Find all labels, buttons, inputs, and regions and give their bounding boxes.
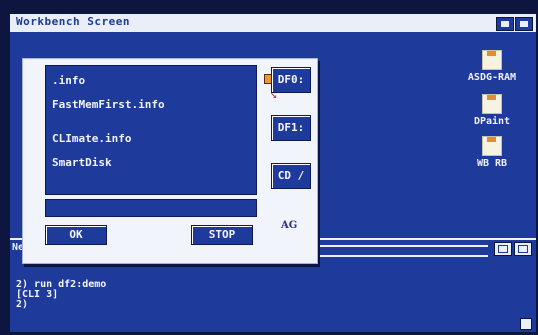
desktop-icon-dpaint[interactable]: DPaint [457, 94, 527, 127]
stop-button[interactable]: STOP [191, 225, 253, 245]
desktop-icon-asdg-ram[interactable]: ASDG-RAM [457, 50, 527, 83]
cli-output[interactable]: 2) run df2:demo [CLI 3] 2) [16, 280, 106, 310]
desktop-icon-label: DPaint [473, 116, 511, 127]
screen-title: Workbench Screen [16, 15, 130, 28]
file-requester: .info FastMemFirst.info CLImate.info Sma… [22, 58, 318, 264]
file-list-item[interactable]: .info [52, 74, 85, 87]
cli-line: 2) [16, 299, 29, 310]
file-list-item[interactable]: FastMemFirst.info [52, 98, 165, 111]
ok-button[interactable]: OK [45, 225, 107, 245]
desktop-icon-label: ASDG-RAM [467, 72, 517, 83]
drive-button-cd[interactable]: CD / [271, 163, 311, 189]
disk-icon [482, 50, 502, 70]
resize-gadget-icon[interactable] [520, 318, 532, 330]
title-bar-drag-lines [292, 245, 488, 257]
desktop-icon-label: WB RB [476, 158, 508, 169]
file-list-item[interactable]: SmartDisk [52, 156, 112, 169]
desktop-icon-wb-rb[interactable]: WB RB [457, 136, 527, 169]
file-list[interactable]: .info FastMemFirst.info CLImate.info Sma… [45, 65, 278, 195]
disk-icon [482, 94, 502, 114]
drive-button-df1[interactable]: DF1: [271, 115, 311, 141]
path-input[interactable] [45, 199, 257, 217]
workbench-screen: Workbench Screen ASDG-RAM DPaint WB RB N… [10, 14, 536, 332]
depth-back-gadget[interactable] [496, 17, 514, 31]
ag-glyph-icon: AG [281, 220, 298, 231]
depth-front-gadget[interactable] [515, 17, 533, 31]
drive-button-df0[interactable]: DF0: [271, 67, 311, 93]
depth-back-gadget[interactable] [494, 242, 512, 256]
disk-icon [482, 136, 502, 156]
file-list-item[interactable]: CLImate.info [52, 132, 131, 145]
depth-front-gadget[interactable] [514, 242, 532, 256]
screen-title-bar[interactable]: Workbench Screen [10, 14, 536, 32]
